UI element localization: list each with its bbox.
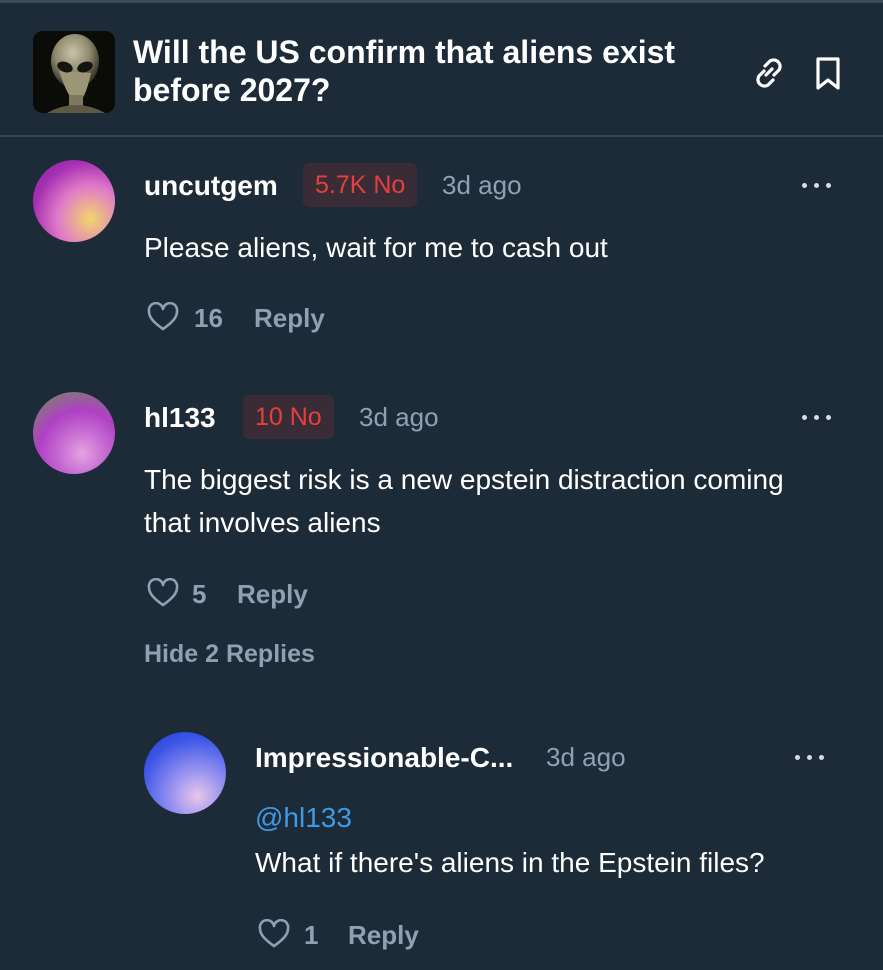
position-badge: 10 No (243, 395, 334, 439)
like-count: 5 (192, 579, 207, 609)
heart-icon[interactable] (147, 301, 179, 332)
market-title: Will the US confirm that aliens exist be… (133, 34, 676, 108)
reply-timestamp: 3d ago (546, 742, 626, 772)
comment-username[interactable]: uncutgem (144, 170, 278, 202)
heart-icon[interactable] (258, 918, 290, 949)
comment-timestamp: 3d ago (442, 170, 522, 200)
reply-comment: Impressionable-C... 3d ago @hl133 What i… (0, 730, 883, 960)
avatar[interactable] (33, 392, 115, 474)
position-badge: 5.7K No (303, 163, 418, 207)
more-options-icon[interactable] (802, 180, 836, 190)
reply-button[interactable]: Reply (348, 920, 419, 951)
like-count: 1 (304, 920, 319, 950)
alien-thumbnail[interactable] (33, 31, 115, 113)
reply-button[interactable]: Reply (254, 303, 325, 334)
avatar[interactable] (144, 732, 226, 814)
comment-text: Please aliens, wait for me to cash out (144, 232, 608, 263)
bookmark-icon[interactable] (808, 53, 848, 93)
reply-text: What if there's aliens in the Epstein fi… (255, 847, 765, 878)
more-options-icon[interactable] (795, 752, 829, 762)
more-options-icon[interactable] (802, 412, 836, 422)
user-mention[interactable]: @hl133 (255, 802, 352, 834)
link-icon[interactable] (749, 53, 789, 93)
hide-replies-button[interactable]: Hide 2 Replies (144, 640, 315, 669)
reply-username[interactable]: Impressionable-C... (255, 742, 513, 774)
heart-icon[interactable] (147, 577, 179, 608)
reply-button[interactable]: Reply (237, 579, 308, 610)
comment-text: The biggest risk is a new epstein distra… (144, 464, 784, 538)
avatar[interactable] (33, 160, 115, 242)
market-header: Will the US confirm that aliens exist be… (0, 3, 883, 137)
comment-timestamp: 3d ago (359, 402, 439, 432)
comment: uncutgem 5.7K No 3d ago Please aliens, w… (0, 158, 883, 348)
comment-username[interactable]: hl133 (144, 402, 216, 434)
like-count: 16 (194, 303, 223, 333)
comment: hl133 10 No 3d ago The biggest risk is a… (0, 390, 883, 690)
